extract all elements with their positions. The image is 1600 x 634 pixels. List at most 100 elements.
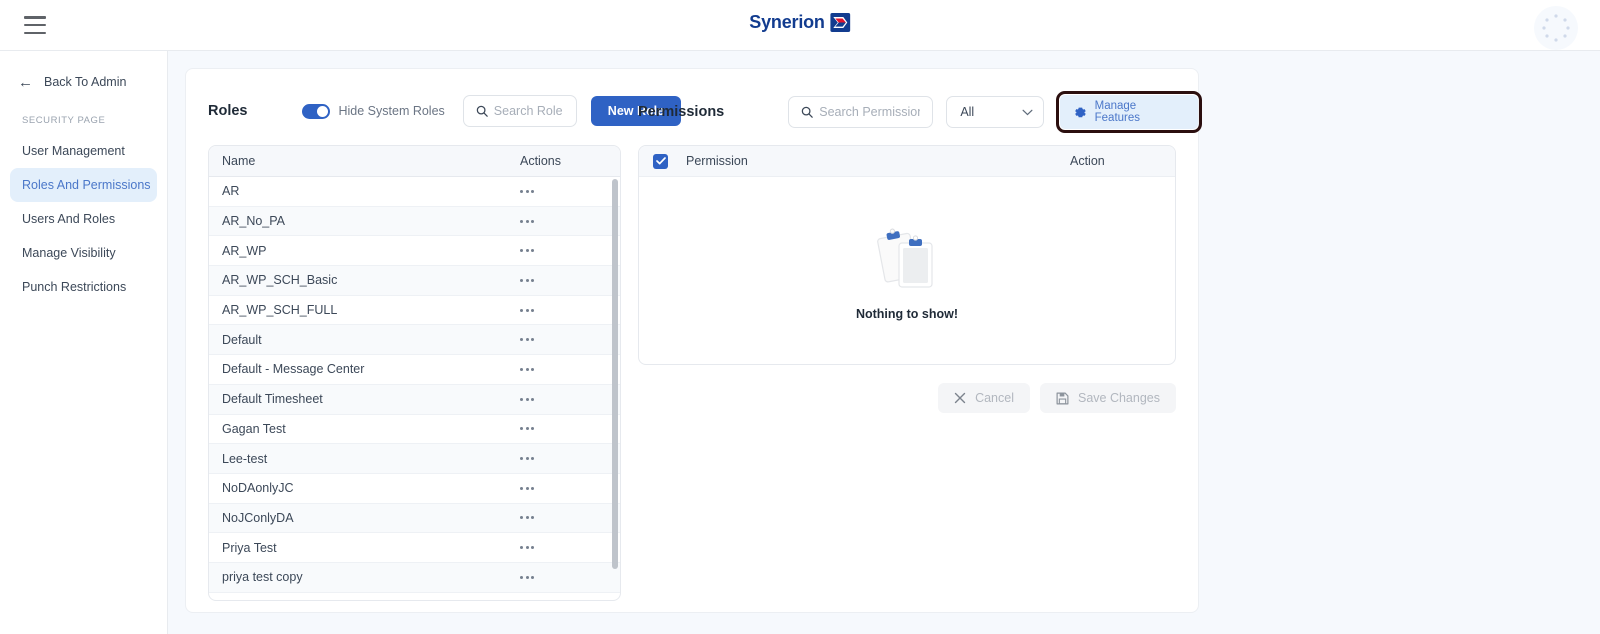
- synerion-logo-mark: [830, 13, 851, 32]
- role-name: AR_WP_SCH_Basic: [222, 273, 338, 288]
- roles-table: Name Actions AR AR_No_PA AR_WP AR_WP_SCH…: [208, 145, 621, 601]
- table-row[interactable]: NoJConlyDA: [209, 503, 620, 534]
- permissions-actions: Cancel Save Changes: [638, 383, 1176, 413]
- role-name: Default Timesheet: [222, 392, 323, 407]
- row-actions-menu-icon[interactable]: [520, 367, 534, 371]
- close-icon: [954, 392, 966, 404]
- hamburger-menu-icon[interactable]: [24, 16, 46, 34]
- hide-system-roles-group: Hide System Roles: [301, 103, 445, 119]
- gear-icon: [1074, 107, 1086, 117]
- permissions-empty-state: Nothing to show!: [639, 177, 1175, 364]
- search-role-input[interactable]: [493, 104, 564, 118]
- sidebar-item-label: Users And Roles: [22, 212, 116, 226]
- role-name: Lee-test: [222, 451, 268, 466]
- column-header-action: Action: [1070, 154, 1105, 168]
- search-permission-input[interactable]: [819, 105, 921, 119]
- search-permission-box[interactable]: [788, 96, 934, 128]
- table-row[interactable]: priya test copy: [209, 562, 620, 593]
- table-row[interactable]: AR_WP_SCH_FULL: [209, 296, 620, 326]
- roles-table-scrollbar[interactable]: [612, 179, 618, 569]
- role-name: priya test copy: [222, 570, 303, 585]
- table-row[interactable]: AR_WP_SCH_Basic: [209, 266, 620, 296]
- row-actions-menu-icon[interactable]: [520, 575, 534, 579]
- table-row[interactable]: AR_No_PA: [209, 206, 620, 237]
- search-icon: [801, 106, 814, 118]
- search-role-box[interactable]: [462, 95, 577, 127]
- table-row[interactable]: Gagan Test: [209, 415, 620, 445]
- permissions-panel-header: Permissions All: [638, 91, 1203, 133]
- sidebar-item-punch-restrictions[interactable]: Punch Restrictions: [10, 270, 157, 304]
- manage-features-label: Manage Features: [1094, 100, 1141, 124]
- cancel-label: Cancel: [975, 391, 1014, 405]
- role-name: Priya Test: [222, 540, 277, 555]
- roles-title: Roles: [208, 103, 248, 119]
- column-header-actions: Actions: [520, 154, 561, 168]
- avatar[interactable]: [1534, 6, 1578, 50]
- table-row[interactable]: NoDAonlyJC: [209, 474, 620, 504]
- arrow-left-icon: ←: [18, 73, 33, 91]
- hide-system-roles-label: Hide System Roles: [338, 104, 445, 118]
- loading-spinner-icon: [1542, 14, 1570, 42]
- role-name: NoDAonlyJC: [222, 481, 294, 496]
- table-row[interactable]: Lee-test: [209, 444, 620, 474]
- row-actions-menu-icon[interactable]: [520, 457, 534, 461]
- manage-features-button[interactable]: Manage Features: [1055, 91, 1203, 133]
- sidebar-item-manage-visibility[interactable]: Manage Visibility: [10, 236, 157, 270]
- row-actions-menu-icon[interactable]: [520, 486, 534, 490]
- brand-name: Synerion: [749, 12, 825, 32]
- table-row[interactable]: AR_WP: [209, 236, 620, 267]
- row-actions-menu-icon[interactable]: [520, 308, 534, 312]
- row-actions-menu-icon[interactable]: [520, 189, 534, 193]
- sidebar-item-label: User Management: [22, 144, 125, 158]
- sidebar-item-label: Punch Restrictions: [22, 280, 127, 294]
- roles-panel-header: Roles Hide System Roles New Role: [208, 95, 682, 127]
- table-row[interactable]: Default: [209, 325, 620, 356]
- role-name: AR_WP_SCH_FULL: [222, 303, 338, 318]
- row-actions-menu-icon[interactable]: [520, 427, 534, 431]
- main-card: Roles Hide System Roles New Role: [185, 68, 1203, 613]
- save-icon: [1056, 392, 1069, 404]
- row-actions-menu-icon[interactable]: [520, 278, 534, 282]
- sidebar-item-users-and-roles[interactable]: Users And Roles: [10, 202, 157, 236]
- row-actions-menu-icon[interactable]: [520, 249, 534, 253]
- row-actions-menu-icon[interactable]: [520, 338, 534, 342]
- select-all-checkbox[interactable]: [653, 153, 668, 169]
- sidebar-section-label: SECURITY PAGE: [22, 115, 106, 126]
- role-name: Default: [222, 332, 262, 347]
- row-actions-menu-icon[interactable]: [520, 219, 534, 223]
- role-name: Gagan Test: [222, 421, 286, 436]
- row-actions-menu-icon[interactable]: [520, 397, 534, 401]
- row-actions-menu-icon[interactable]: [520, 546, 534, 550]
- table-row[interactable]: Default Timesheet: [209, 384, 620, 415]
- table-row[interactable]: Default - Message Center: [209, 355, 620, 385]
- row-actions-menu-icon[interactable]: [520, 516, 534, 520]
- toggle-knob: [316, 105, 328, 117]
- page-body: ← Back To Admin SECURITY PAGE User Manag…: [0, 51, 1600, 634]
- permissions-table-header: Permission Action: [639, 146, 1175, 177]
- permissions-title: Permissions: [638, 104, 725, 120]
- sidebar-item-label: Manage Visibility: [22, 246, 116, 260]
- sidebar-item-user-management[interactable]: User Management: [10, 134, 157, 168]
- role-name: AR_WP: [222, 243, 267, 258]
- save-changes-label: Save Changes: [1077, 391, 1160, 405]
- permissions-table: Permission Action Nothing to show!: [638, 145, 1176, 365]
- search-icon: [476, 105, 488, 117]
- sidebar-item-roles-and-permissions[interactable]: Roles And Permissions: [10, 168, 157, 202]
- roles-table-body[interactable]: AR AR_No_PA AR_WP AR_WP_SCH_Basic AR_WP_…: [209, 177, 620, 600]
- permission-filter-select[interactable]: All: [946, 96, 1044, 128]
- hide-system-roles-toggle[interactable]: [301, 103, 330, 119]
- chevron-down-icon: [1022, 109, 1033, 115]
- column-header-name: Name: [222, 154, 256, 168]
- role-name: AR_No_PA: [222, 214, 285, 229]
- table-row[interactable]: Priya Test: [209, 533, 620, 563]
- role-name: NoJConlyDA: [222, 510, 294, 525]
- permission-filter-value: All: [960, 105, 975, 119]
- back-to-admin-link[interactable]: ← Back To Admin: [0, 69, 167, 95]
- cancel-button[interactable]: Cancel: [938, 383, 1030, 413]
- column-header-permission: Permission: [686, 154, 748, 168]
- sidebar-item-label: Roles And Permissions: [22, 178, 151, 192]
- save-changes-button[interactable]: Save Changes: [1039, 383, 1176, 413]
- table-row[interactable]: AR: [209, 177, 620, 207]
- brand-logo: Synerion: [749, 12, 851, 33]
- role-name: Default - Message Center: [222, 362, 365, 377]
